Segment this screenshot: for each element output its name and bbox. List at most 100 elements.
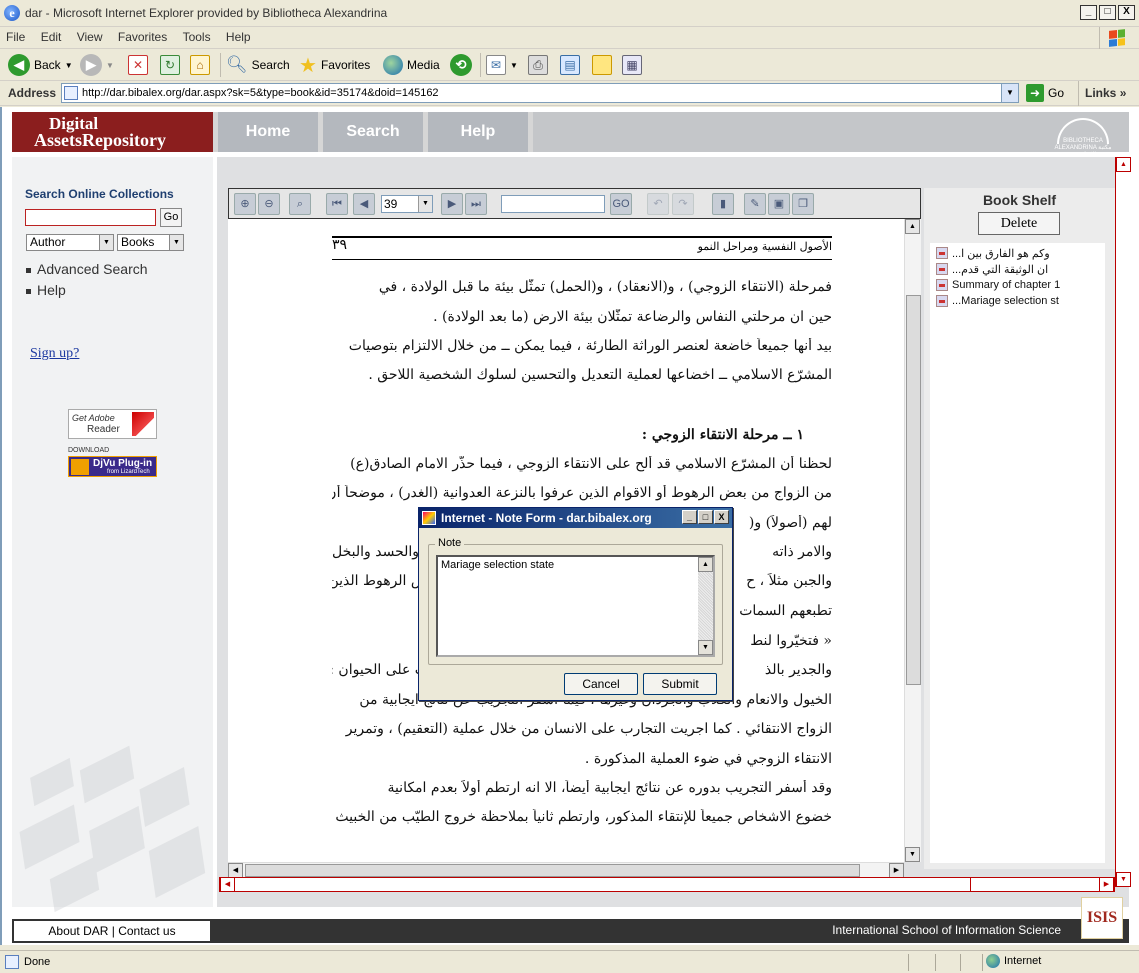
textarea-scrollbar[interactable]: ▲ ▼ — [698, 557, 713, 655]
djvu-plugin-badge[interactable]: DOWNLOAD DjVu Plug-in from LizardTech — [68, 447, 157, 477]
edit-button[interactable]: ▤ — [560, 52, 580, 78]
zoom-in-icon[interactable]: ⊕ — [234, 193, 256, 215]
bookshelf-list: وكم هو الفارق بين ا... ان الوثيقة التي ق… — [930, 243, 1105, 863]
bookmark-icon[interactable]: ▮ — [712, 193, 734, 215]
dialog-minimize-button[interactable]: _ — [682, 510, 697, 524]
last-page-icon[interactable]: ⏭ — [465, 193, 487, 215]
scroll-thumb[interactable] — [970, 877, 1100, 892]
get-adobe-reader-badge[interactable]: Get Adobe Reader — [68, 409, 157, 439]
dar-logo[interactable]: Digital AssetsRepository — [12, 112, 213, 152]
note-textarea[interactable]: Mariage selection state ▲ ▼ — [436, 555, 715, 657]
undo-icon[interactable]: ↶ — [647, 193, 669, 215]
scroll-down-icon[interactable]: ▼ — [905, 847, 920, 862]
save-icon[interactable]: ▣ — [768, 193, 790, 215]
menu-view[interactable]: View — [71, 27, 109, 47]
history-button[interactable]: ⟲ — [450, 52, 472, 78]
document-horizontal-scrollbar[interactable]: ◀ ▶ — [228, 862, 904, 878]
dialog-close-button[interactable]: X — [714, 510, 729, 524]
zoom-out-icon[interactable]: ⊖ — [258, 193, 280, 215]
signup-link[interactable]: Sign up? — [30, 346, 79, 362]
discuss-button[interactable] — [592, 52, 612, 78]
prev-page-icon[interactable]: ◀ — [353, 193, 375, 215]
menu-favorites[interactable]: Favorites — [112, 27, 173, 47]
submit-button[interactable]: Submit — [643, 673, 717, 695]
dialog-maximize-button[interactable]: □ — [698, 510, 713, 524]
print-button[interactable]: ⎙ — [528, 52, 548, 78]
zone-label: Internet — [1004, 955, 1042, 967]
menu-edit[interactable]: Edit — [35, 27, 68, 47]
collection-search-input[interactable] — [25, 209, 156, 226]
scroll-thumb[interactable] — [245, 864, 860, 877]
collection-search-go-button[interactable]: Go — [160, 208, 182, 227]
back-button[interactable]: ◀ Back ▼ — [8, 52, 73, 78]
refresh-button[interactable]: ↻ — [160, 52, 180, 78]
scroll-up-icon[interactable]: ▲ — [905, 219, 920, 234]
search-go-icon[interactable]: GO — [610, 193, 632, 215]
page-number-select[interactable]: 39 ▼ — [381, 195, 433, 213]
viewer-search-input[interactable] — [501, 195, 605, 213]
menu-help[interactable]: Help — [220, 27, 257, 47]
djvu-download-text: DOWNLOAD — [68, 447, 110, 454]
bookshelf-item-label: Summary of chapter 1 — [952, 279, 1061, 291]
site-header: Digital AssetsRepository Home Search Hel… — [12, 112, 1129, 158]
internet-globe-icon — [986, 954, 1000, 968]
page-horizontal-scrollbar[interactable]: ◀ ▶ — [219, 877, 1115, 892]
copy-icon[interactable]: ❐ — [792, 193, 814, 215]
close-button[interactable]: X — [1118, 5, 1135, 20]
favorites-button[interactable]: ★ Favorites — [299, 52, 370, 78]
status-pane — [982, 954, 983, 971]
advanced-search-link[interactable]: Advanced Search — [26, 261, 148, 277]
footer-links[interactable]: About DAR | Contact us — [14, 921, 210, 941]
dialog-title: Internet - Note Form - dar.bibalex.org — [441, 511, 652, 525]
forward-dropdown-icon: ▼ — [106, 60, 114, 70]
scroll-right-icon[interactable]: ▶ — [1099, 877, 1114, 892]
first-page-icon[interactable]: ⏮ — [326, 193, 348, 215]
bookshelf-item-label: ان الوثيقة التي قدم... — [952, 263, 1049, 276]
maximize-button[interactable]: □ — [1099, 5, 1116, 20]
menu-tools[interactable]: Tools — [177, 27, 217, 47]
search-field-select[interactable]: Author ▼ — [26, 234, 114, 251]
document-vertical-scrollbar[interactable]: ▲ ▼ — [904, 219, 921, 862]
scroll-down-icon[interactable]: ▼ — [1116, 872, 1131, 887]
window-title: dar - Microsoft Internet Explorer provid… — [25, 6, 388, 20]
scroll-up-icon[interactable]: ▲ — [698, 557, 713, 572]
help-link[interactable]: Help — [26, 282, 66, 298]
nav-home[interactable]: Home — [218, 112, 318, 152]
mail-button[interactable]: ✉ ▼ — [486, 52, 518, 78]
bookshelf-item[interactable]: وكم هو الفارق بين ا... — [936, 245, 1050, 261]
search-type-select[interactable]: Books ▼ — [117, 234, 184, 251]
menu-file[interactable]: File — [0, 27, 31, 47]
minimize-button[interactable]: _ — [1080, 5, 1097, 20]
bookshelf-item[interactable]: ...Mariage selection st — [936, 293, 1059, 309]
address-input[interactable]: http://dar.bibalex.org/dar.aspx?sk=5&typ… — [61, 83, 1019, 103]
stop-button[interactable]: ✕ — [128, 52, 148, 78]
bookshelf-delete-button[interactable]: Delete — [978, 212, 1060, 235]
links-label: Links — [1085, 86, 1117, 100]
go-button[interactable]: ➜ Go — [1026, 84, 1064, 102]
cancel-button[interactable]: Cancel — [564, 673, 638, 695]
redo-icon[interactable]: ↷ — [672, 193, 694, 215]
scroll-left-icon[interactable]: ◀ — [220, 877, 235, 892]
research-button[interactable]: ▦ — [622, 52, 642, 78]
zoom-fit-icon[interactable]: ⌕ — [289, 193, 311, 215]
scroll-left-icon[interactable]: ◀ — [228, 863, 243, 878]
bookshelf-item[interactable]: ان الوثيقة التي قدم... — [936, 261, 1048, 277]
next-page-icon[interactable]: ▶ — [441, 193, 463, 215]
note-icon[interactable]: ✎ — [744, 193, 766, 215]
scroll-up-icon[interactable]: ▲ — [1116, 157, 1131, 172]
scroll-right-icon[interactable]: ▶ — [889, 863, 904, 878]
media-button[interactable]: Media — [383, 52, 440, 78]
scroll-down-icon[interactable]: ▼ — [698, 640, 713, 655]
bookshelf-item[interactable]: Summary of chapter 1 — [936, 277, 1060, 293]
forward-button[interactable]: ▶ ▼ — [80, 52, 114, 78]
nav-help[interactable]: Help — [428, 112, 528, 152]
search-button[interactable]: 🔍︎ Search — [226, 52, 290, 78]
bibliotheca-alexandrina-logo: BIBLIOTHECA ALEXANDRINA مكتبة الإسكندرية — [1043, 116, 1123, 158]
home-button[interactable]: ⌂ — [190, 52, 210, 78]
links-button[interactable]: Links » — [1078, 81, 1139, 106]
page-vertical-scrollbar[interactable]: ▲ ▼ — [1115, 157, 1131, 887]
nav-search[interactable]: Search — [323, 112, 423, 152]
address-dropdown-icon[interactable]: ▼ — [1001, 84, 1018, 102]
scroll-thumb[interactable] — [906, 295, 921, 685]
discuss-note-icon — [592, 55, 612, 75]
